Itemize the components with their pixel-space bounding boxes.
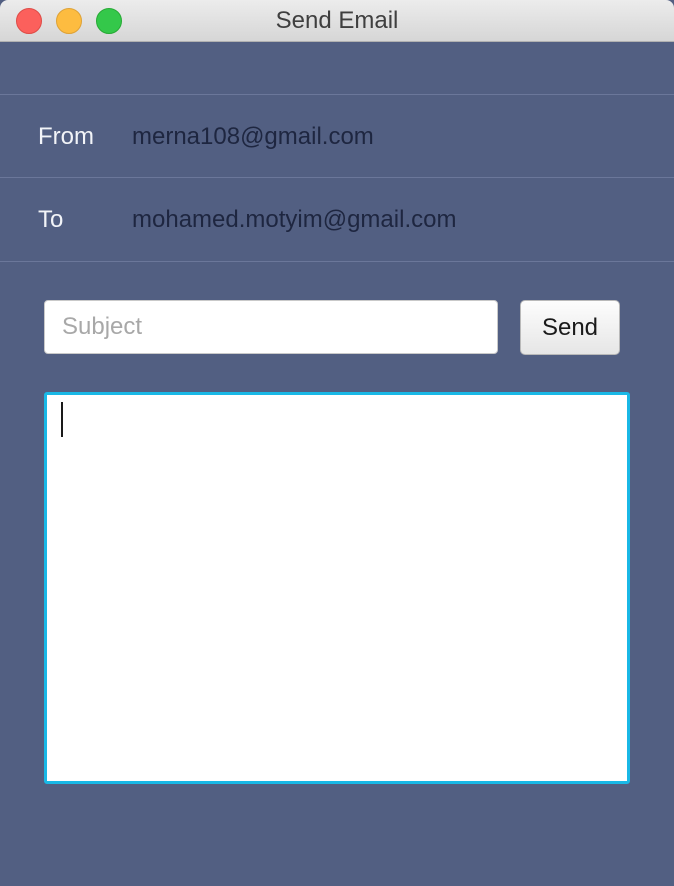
send-email-window: Send Email From merna108@gmail.com To mo… [0,0,674,886]
title-bar[interactable]: Send Email [0,0,674,42]
to-row: To mohamed.motyim@gmail.com [0,178,674,262]
message-body-textarea[interactable] [44,392,630,784]
text-cursor [61,402,63,437]
from-label: From [38,123,94,150]
window-title: Send Email [275,7,399,34]
from-address: merna108@gmail.com [132,123,374,150]
subject-input[interactable] [44,300,498,354]
from-row: From merna108@gmail.com [0,94,674,178]
to-address: mohamed.motyim@gmail.com [132,206,457,233]
to-label: To [38,206,64,233]
send-button[interactable]: Send [520,300,620,355]
